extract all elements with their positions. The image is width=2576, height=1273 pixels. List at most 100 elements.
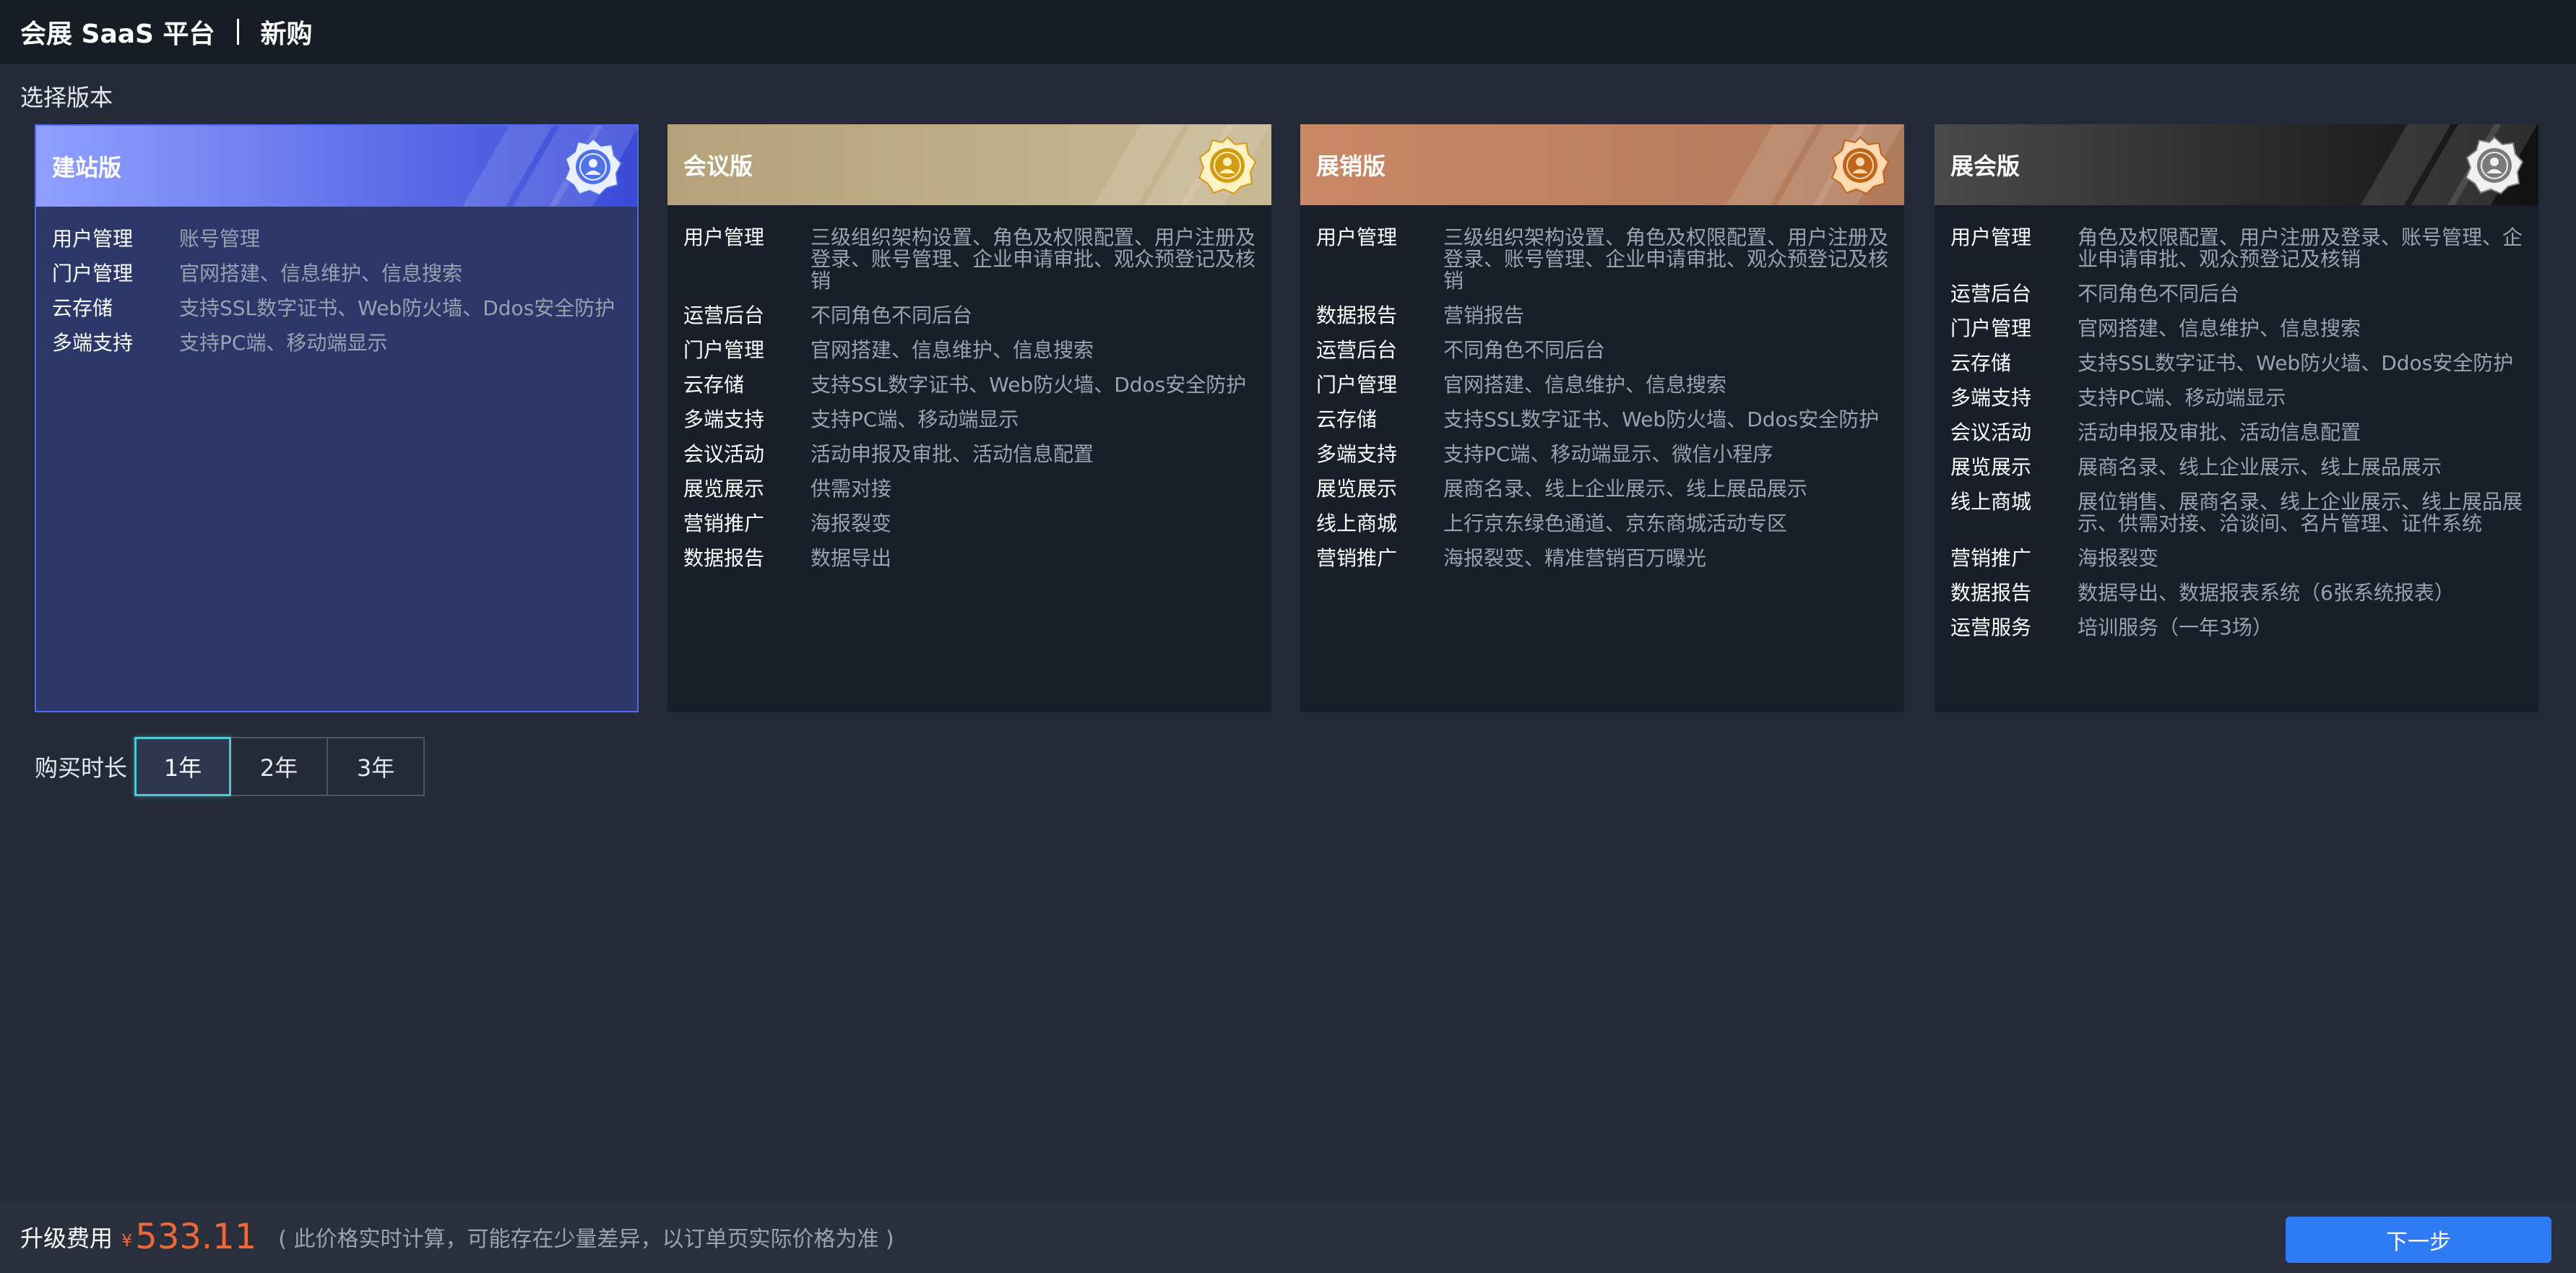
feature-row: 多端支持 支持PC端、移动端显示 bbox=[683, 409, 1255, 431]
duration-selector: 购买时长 1年 2年 3年 bbox=[35, 737, 425, 796]
feature-name: 运营服务 bbox=[1950, 616, 2032, 639]
feature-row: 运营后台 不同角色不同后台 bbox=[683, 305, 1255, 327]
top-bar: 会展 SaaS 平台 新购 bbox=[0, 0, 2576, 64]
feature-name: 展览展示 bbox=[683, 477, 765, 501]
feature-row: 线上商城 展位销售、展商名录、线上企业展示、线上展品展示、供需对接、洽谈间、名片管… bbox=[1950, 491, 2523, 535]
feature-row: 用户管理 三级组织架构设置、角色及权限配置、用户注册及登录、账号管理、企业申请审批… bbox=[1316, 227, 1888, 292]
feature-row: 用户管理 三级组织架构设置、角色及权限配置、用户注册及登录、账号管理、企业申请审批… bbox=[683, 227, 1255, 292]
feature-row: 多端支持 支持PC端、移动端显示、微信小程序 bbox=[1316, 444, 1888, 465]
edition-card[interactable]: 展销版 用户管理 三级组织架构设置、角色及权限配置、用户注册及登录、账号管理、企业申… bbox=[1300, 124, 1904, 712]
edition-name: 展会版 bbox=[1950, 152, 2020, 180]
feature-desc: 支持SSL数字证书、Web防火墙、Ddos安全防护 bbox=[2078, 351, 2514, 375]
price-value: 533.11 bbox=[135, 1217, 257, 1257]
feature-desc: 支持SSL数字证书、Web防火墙、Ddos安全防护 bbox=[811, 373, 1247, 397]
feature-row: 用户管理 角色及权限配置、用户注册及登录、账号管理、企业申请审批、观众预登记及核销 bbox=[1950, 227, 2523, 270]
duration-option[interactable]: 3年 bbox=[328, 737, 425, 796]
feature-name: 运营后台 bbox=[683, 303, 765, 327]
feature-desc: 活动申报及审批、活动信息配置 bbox=[2078, 420, 2361, 444]
feature-row: 营销推广 海报裂变、精准营销百万曝光 bbox=[1316, 548, 1888, 569]
edition-card[interactable]: 展会版用户管理 角色及权限配置、用户注册及登录、账号管理、企业申请审批、观众预登记… bbox=[1935, 124, 2538, 712]
feature-name: 多端支持 bbox=[1316, 442, 1398, 466]
feature-row: 展览展示 供需对接 bbox=[683, 478, 1255, 500]
feature-name: 营销推广 bbox=[1316, 546, 1398, 570]
edition-card[interactable]: 会议版用户管理 三级组织架构设置、角色及权限配置、用户注册及登录、账号管理、企业申… bbox=[667, 124, 1271, 712]
edition-card-header: 会议版 bbox=[667, 124, 1271, 205]
feature-row: 云存储 支持SSL数字证书、Web防火墙、Ddos安全防护 bbox=[1316, 409, 1888, 431]
feature-list: 用户管理 三级组织架构设置、角色及权限配置、用户注册及登录、账号管理、企业申请审批… bbox=[667, 205, 1271, 569]
feature-row: 云存储 支持SSL数字证书、Web防火墙、Ddos安全防护 bbox=[52, 298, 621, 319]
feature-name: 门户管理 bbox=[1316, 373, 1398, 397]
duration-options: 1年 2年 3年 bbox=[134, 737, 425, 796]
feature-desc: 海报裂变 bbox=[2078, 546, 2159, 570]
fee-label: 升级费用 bbox=[20, 1225, 113, 1252]
next-step-button[interactable]: 下一步 bbox=[2286, 1217, 2551, 1263]
feature-name: 运营后台 bbox=[1950, 282, 2032, 306]
feature-row: 数据报告 营销报告 bbox=[1316, 305, 1888, 327]
feature-name: 多端支持 bbox=[1950, 386, 2032, 410]
feature-list: 用户管理 账号管理 门户管理 官网搭建、信息维护、信息搜索云存储 支持SSL数字证书、W… bbox=[36, 207, 637, 354]
feature-desc: 支持PC端、移动端显示 bbox=[811, 407, 1019, 431]
feature-row: 门户管理 官网搭建、信息维护、信息搜索 bbox=[52, 263, 621, 285]
feature-desc: 展商名录、线上企业展示、线上展品展示 bbox=[2078, 455, 2442, 479]
feature-desc: 官网搭建、信息维护、信息搜索 bbox=[1443, 373, 1727, 397]
feature-name: 数据报告 bbox=[1950, 581, 2032, 605]
feature-row: 云存储 支持SSL数字证书、Web防火墙、Ddos安全防护 bbox=[1950, 353, 2523, 374]
feature-name: 多端支持 bbox=[52, 331, 134, 355]
feature-row: 会议活动 活动申报及审批、活动信息配置 bbox=[1950, 422, 2523, 444]
feature-row: 门户管理 官网搭建、信息维护、信息搜索 bbox=[1950, 318, 2523, 340]
feature-desc: 上行京东绿色通道、京东商城活动专区 bbox=[1443, 512, 1788, 535]
feature-list: 用户管理 三级组织架构设置、角色及权限配置、用户注册及登录、账号管理、企业申请审批… bbox=[1300, 205, 1904, 569]
feature-desc: 活动申报及审批、活动信息配置 bbox=[811, 442, 1094, 466]
feature-row: 云存储 支持SSL数字证书、Web防火墙、Ddos安全防护 bbox=[683, 374, 1255, 396]
feature-name: 展览展示 bbox=[1316, 477, 1398, 501]
edition-badge-icon bbox=[563, 137, 623, 197]
feature-desc: 官网搭建、信息维护、信息搜索 bbox=[2078, 316, 2361, 340]
feature-desc: 三级组织架构设置、角色及权限配置、用户注册及登录、账号管理、企业申请审批、观众预… bbox=[811, 225, 1256, 293]
feature-desc: 官网搭建、信息维护、信息搜索 bbox=[179, 262, 463, 285]
feature-desc: 支持PC端、移动端显示 bbox=[179, 331, 388, 355]
currency-symbol: ¥ bbox=[121, 1230, 133, 1251]
feature-name: 门户管理 bbox=[683, 338, 765, 362]
feature-name: 云存储 bbox=[1950, 351, 2012, 375]
feature-row: 多端支持 支持PC端、移动端显示 bbox=[52, 332, 621, 354]
edition-cards: 建站版 用户管理 账号管理 门户管理 官网搭建、信息维护、信息搜索 云存储 支持SSL数字证… bbox=[35, 124, 2538, 712]
feature-row: 展览展示 展商名录、线上企业展示、线上展品展示 bbox=[1950, 457, 2523, 478]
feature-row: 数据报告 数据导出 bbox=[683, 548, 1255, 569]
feature-desc: 官网搭建、信息维护、信息搜索 bbox=[811, 338, 1094, 362]
feature-row: 用户管理 账号管理 bbox=[52, 228, 621, 250]
feature-row: 多端支持 支持PC端、移动端显示 bbox=[1950, 387, 2523, 409]
edition-name: 会议版 bbox=[683, 152, 753, 180]
feature-row: 数据报告 数据导出、数据报表系统（6张系统报表） bbox=[1950, 582, 2523, 604]
feature-name: 云存储 bbox=[52, 296, 113, 320]
feature-name: 云存储 bbox=[1316, 407, 1378, 431]
feature-name: 用户管理 bbox=[683, 225, 765, 249]
edition-badge-icon bbox=[1198, 136, 1257, 195]
feature-name: 线上商城 bbox=[1950, 490, 2032, 514]
feature-desc: 不同角色不同后台 bbox=[2078, 282, 2240, 306]
feature-name: 门户管理 bbox=[52, 262, 134, 285]
feature-desc: 支持SSL数字证书、Web防火墙、Ddos安全防护 bbox=[1443, 407, 1880, 431]
feature-name: 展览展示 bbox=[1950, 455, 2032, 479]
edition-name: 建站版 bbox=[52, 154, 122, 181]
duration-option[interactable]: 2年 bbox=[231, 737, 329, 796]
feature-name: 线上商城 bbox=[1316, 512, 1398, 535]
feature-name: 门户管理 bbox=[1950, 316, 2032, 340]
feature-row: 营销推广 海报裂变 bbox=[1950, 548, 2523, 569]
feature-row: 运营后台 不同角色不同后台 bbox=[1950, 283, 2523, 305]
feature-name: 营销推广 bbox=[1950, 546, 2032, 570]
duration-label: 购买时长 bbox=[35, 754, 128, 782]
feature-name: 用户管理 bbox=[1316, 225, 1398, 249]
edition-badge-icon bbox=[1831, 136, 1890, 195]
feature-row: 门户管理 官网搭建、信息维护、信息搜索 bbox=[683, 340, 1255, 361]
edition-card[interactable]: 建站版用户管理 账号管理 门户管理 官网搭建、信息维护、信息搜索云存储 支持SSL数字证… bbox=[35, 124, 639, 712]
feature-row: 门户管理 官网搭建、信息维护、信息搜索 bbox=[1316, 374, 1888, 396]
feature-desc: 海报裂变 bbox=[811, 512, 892, 535]
feature-row: 运营后台 不同角色不同后台 bbox=[1316, 340, 1888, 361]
feature-desc: 不同角色不同后台 bbox=[1443, 338, 1606, 362]
feature-desc: 账号管理 bbox=[179, 227, 261, 251]
feature-name: 用户管理 bbox=[1950, 225, 2032, 249]
feature-row: 线上商城 上行京东绿色通道、京东商城活动专区 bbox=[1316, 513, 1888, 535]
duration-option[interactable]: 1年 bbox=[134, 737, 232, 796]
feature-name: 会议活动 bbox=[683, 442, 765, 466]
section-title: 选择版本 bbox=[20, 84, 113, 111]
